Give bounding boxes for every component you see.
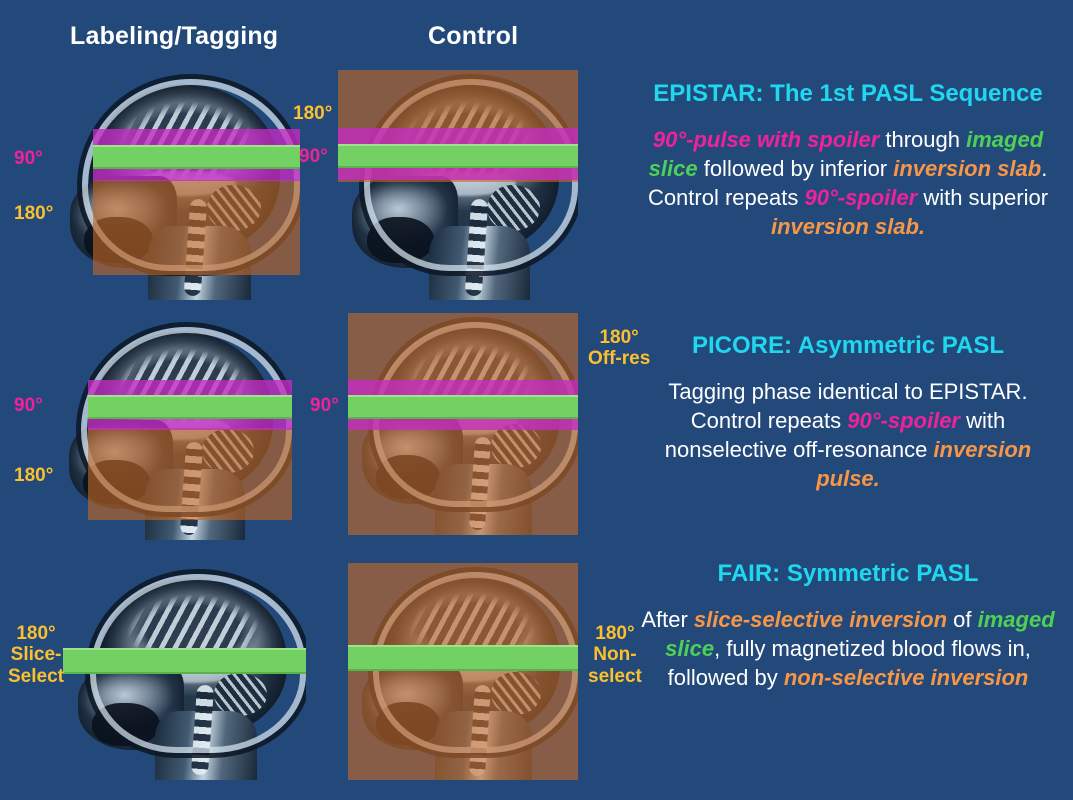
fair-description-block: FAIR: Symmetric PASL After slice-selecti… <box>636 560 1060 692</box>
picore-control-annotation-90: 90° <box>310 395 339 416</box>
epistar-tagging-image <box>55 70 300 300</box>
imaged-slice-band <box>348 645 578 671</box>
desc-em-pink: 90°-pulse with spoiler <box>652 126 880 152</box>
desc-plain: through <box>879 126 967 152</box>
desc-em-orange: non-selective inversion <box>783 664 1029 690</box>
desc-em-orange: inversion slab. <box>770 213 926 239</box>
picore-title: PICORE: Asymmetric PASL <box>691 332 1005 359</box>
fair-description: After slice-selective inversion of image… <box>636 605 1060 692</box>
epistar-description: 90°-pulse with spoiler through imaged sl… <box>636 125 1060 241</box>
imaged-slice-band <box>338 144 578 168</box>
fair-control-annotation-180-nonselect: 180° Non- select <box>588 623 642 687</box>
fair-tagging-image <box>63 565 306 780</box>
picore-tagging-annotation-180: 180° <box>14 465 54 486</box>
imaged-slice-band <box>348 395 578 419</box>
desc-em-pink: 90°-spoiler <box>804 184 918 210</box>
epistar-tagging-annotation-90: 90° <box>14 148 43 169</box>
slice-selective-inversion-band <box>63 648 306 674</box>
epistar-control-image <box>338 70 578 300</box>
fair-title: FAIR: Symmetric PASL <box>717 560 979 587</box>
picore-tagging-annotation-90: 90° <box>14 395 43 416</box>
desc-plain: followed by inferior <box>697 155 894 181</box>
picore-description: Tagging phase identical to EPISTAR. Cont… <box>636 377 1060 493</box>
imaged-slice-band <box>88 395 292 419</box>
desc-em-pink: 90°-spoiler <box>847 407 960 433</box>
desc-em-orange: slice-selective inversion <box>693 606 948 632</box>
inferior-inversion-slab <box>93 180 300 275</box>
picore-tagging-image <box>55 318 292 540</box>
fair-control-image <box>348 563 578 780</box>
desc-plain: After <box>641 606 694 632</box>
inferior-inversion-slab <box>88 428 292 520</box>
slide-canvas: Labeling/Tagging Control 90° 180° 180° 9… <box>0 0 1073 800</box>
desc-plain: of <box>947 606 978 632</box>
epistar-description-block: EPISTAR: The 1st PASL Sequence 90°-pulse… <box>636 80 1060 241</box>
picore-description-block: PICORE: Asymmetric PASL Tagging phase id… <box>636 332 1060 493</box>
nonselective-inversion <box>348 563 578 780</box>
desc-em-orange: inversion slab <box>893 155 1042 181</box>
epistar-title: EPISTAR: The 1st PASL Sequence <box>653 80 1043 107</box>
epistar-control-annotation-90: 90° <box>299 146 328 167</box>
desc-plain: with superior <box>917 184 1049 210</box>
epistar-control-annotation-180: 180° <box>293 103 333 124</box>
column-header-labeling-tagging: Labeling/Tagging <box>70 22 279 50</box>
imaged-slice-band <box>93 145 300 169</box>
column-header-control: Control <box>428 22 519 50</box>
epistar-tagging-annotation-180: 180° <box>14 203 54 224</box>
picore-control-image <box>348 313 578 535</box>
fair-tagging-annotation-180-sliceselect: 180° Slice- Select <box>8 623 64 687</box>
